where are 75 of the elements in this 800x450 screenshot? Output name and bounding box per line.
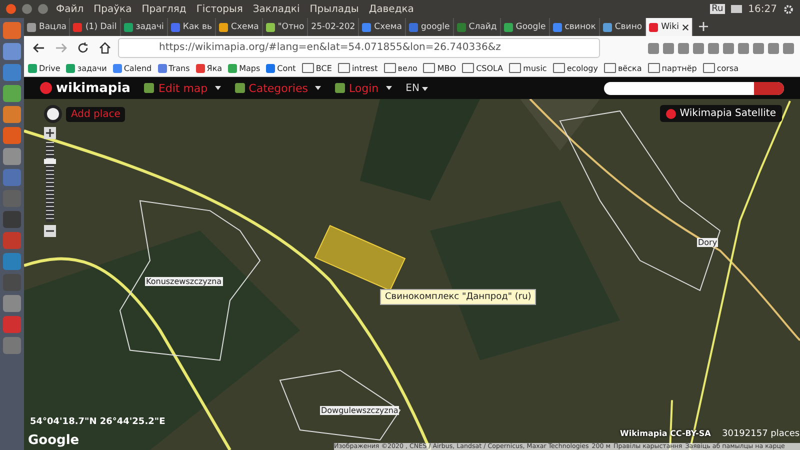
back-icon[interactable] xyxy=(33,42,45,54)
google-logo: Google xyxy=(28,433,80,448)
app-launcher-icon[interactable] xyxy=(3,22,21,39)
menu-item[interactable]: Даведка xyxy=(366,4,416,14)
toolbar-icon[interactable] xyxy=(708,42,719,54)
menu-item[interactable]: Прылады xyxy=(308,4,361,14)
bookmark[interactable]: вело xyxy=(384,63,418,73)
menu-item[interactable]: Закладкі xyxy=(250,4,302,14)
toolbar-icon[interactable] xyxy=(783,42,794,54)
bookmark[interactable]: партнёр xyxy=(648,63,697,73)
toolbar-icon[interactable] xyxy=(723,42,734,54)
bookmark[interactable]: ВСЕ xyxy=(302,63,332,73)
menu-dropdown[interactable]: Categories xyxy=(234,82,321,94)
bookmark[interactable]: intrest xyxy=(338,63,378,73)
home-icon[interactable] xyxy=(99,42,111,54)
bookmark[interactable]: ecology xyxy=(552,63,598,73)
map-tooltip: Свинокомплекс "Данпрод" (ru) xyxy=(380,289,536,305)
minimize-icon[interactable] xyxy=(22,4,32,14)
bookmark[interactable]: CSOLA xyxy=(462,63,504,73)
zoom-slider[interactable] xyxy=(46,142,54,222)
forward-icon[interactable] xyxy=(55,42,67,54)
coordinates-text: 54°04'18.7"N 26°44'25.2"E xyxy=(30,417,166,427)
new-tab-icon[interactable] xyxy=(698,22,708,31)
caret-icon xyxy=(422,86,428,90)
place-label[interactable]: Konuszewszczyzna xyxy=(145,277,223,286)
menu-item[interactable]: Гісторыя xyxy=(194,4,245,14)
bookmark[interactable]: Trans xyxy=(158,64,190,72)
address-bar[interactable]: https://wikimapia.org/#lang=en&lat=54.071855&lon=26.740336&z xyxy=(118,38,600,58)
menu-item[interactable]: Файл xyxy=(54,4,86,14)
app-launcher-icon[interactable] xyxy=(3,106,21,123)
place-label[interactable]: Dory xyxy=(697,238,718,247)
search-field[interactable] xyxy=(604,82,784,94)
toolbar-icon[interactable] xyxy=(768,42,779,54)
bookmark[interactable]: corsa xyxy=(702,63,739,73)
menu-item[interactable]: Праўка xyxy=(92,4,134,14)
caret-icon xyxy=(214,86,221,90)
close-icon[interactable] xyxy=(682,24,689,30)
places-count: 30192157 places xyxy=(722,429,800,439)
bookmark[interactable]: Calend xyxy=(112,64,152,72)
zoom-in-button[interactable] xyxy=(44,127,56,139)
add-place-button[interactable]: Add place xyxy=(66,106,126,122)
wikimapia-logo[interactable]: wikimapia xyxy=(40,80,130,96)
toolbar-icon[interactable] xyxy=(648,42,659,54)
toolbar-icon[interactable] xyxy=(693,42,704,54)
app-launcher-icon[interactable] xyxy=(3,43,21,60)
bookmark[interactable]: Drive xyxy=(28,64,60,72)
browser-tab[interactable]: Wiki xyxy=(646,18,693,36)
bookmark[interactable]: music xyxy=(509,63,547,73)
menu-dropdown[interactable]: Edit map xyxy=(144,82,221,94)
clock[interactable]: 16:27 xyxy=(748,4,777,14)
map-layer-button[interactable]: Wikimapia Satellite xyxy=(660,105,782,122)
satellite-map-drawing[interactable] xyxy=(24,99,800,450)
toolbar-icon[interactable] xyxy=(678,42,689,54)
app-launcher-icon[interactable] xyxy=(3,85,21,102)
bookmark[interactable]: МВО xyxy=(423,63,456,73)
bookmark[interactable]: Яка xyxy=(196,64,222,72)
menu-dropdown[interactable]: Login xyxy=(334,82,392,94)
bookmark[interactable]: задачи xyxy=(66,64,107,72)
toolbar-icon[interactable] xyxy=(738,42,749,54)
app-launcher-icon[interactable] xyxy=(3,127,21,144)
app-launcher-icon[interactable] xyxy=(3,295,21,312)
language-dropdown[interactable]: EN xyxy=(406,82,428,94)
place-label[interactable]: Dowgulewszczyzna xyxy=(320,406,400,415)
bookmark[interactable]: Maps xyxy=(228,64,260,72)
menu-item[interactable]: Прагляд xyxy=(140,4,188,14)
caret-icon xyxy=(386,86,392,90)
maximize-icon[interactable] xyxy=(38,4,48,14)
reload-icon[interactable] xyxy=(77,42,89,54)
bookmark[interactable]: вёска xyxy=(604,63,642,73)
toolbar-icon[interactable] xyxy=(663,42,674,54)
keyboard-indicator[interactable]: Ru xyxy=(710,4,726,14)
app-launcher-icon[interactable] xyxy=(3,148,21,165)
bookmark[interactable]: Cont xyxy=(266,64,296,72)
toolbar-icon[interactable] xyxy=(753,42,764,54)
caret-icon xyxy=(314,86,321,90)
